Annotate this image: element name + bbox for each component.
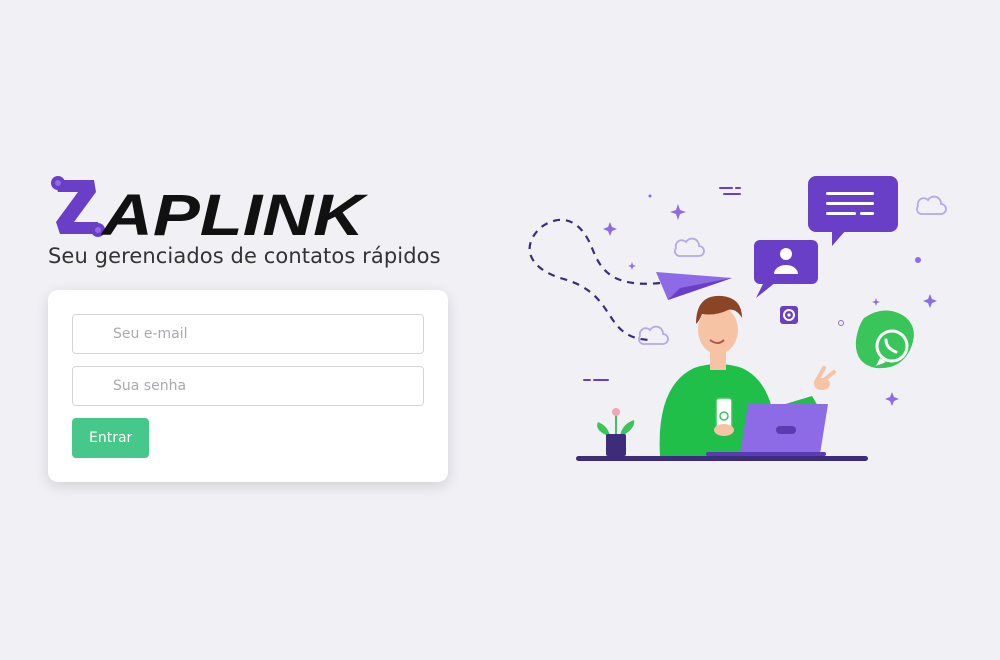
paper-plane-icon bbox=[656, 272, 732, 300]
svg-text:APLINK: APLINK bbox=[100, 183, 368, 242]
cloud-icon bbox=[916, 195, 947, 215]
tagline: Seu gerenciados de contatos rápidos bbox=[48, 244, 441, 268]
cloud-icon bbox=[638, 325, 669, 345]
submit-button[interactable]: Entrar bbox=[72, 418, 150, 458]
zaplink-logo: APLINK bbox=[51, 176, 368, 242]
gear-icon bbox=[780, 306, 798, 324]
login-panel: APLINK Seu gerenciados de contatos rápid… bbox=[48, 172, 448, 482]
password-input[interactable] bbox=[72, 366, 424, 406]
email-input[interactable] bbox=[72, 314, 424, 354]
chat-bubble-icon bbox=[808, 176, 898, 246]
hero-illustration bbox=[528, 176, 947, 461]
whatsapp-icon bbox=[855, 310, 914, 369]
plant-icon bbox=[597, 408, 635, 456]
phone-icon bbox=[714, 397, 734, 436]
user-card-icon bbox=[754, 240, 818, 298]
login-card: Entrar bbox=[48, 290, 448, 482]
cloud-icon bbox=[674, 237, 705, 257]
